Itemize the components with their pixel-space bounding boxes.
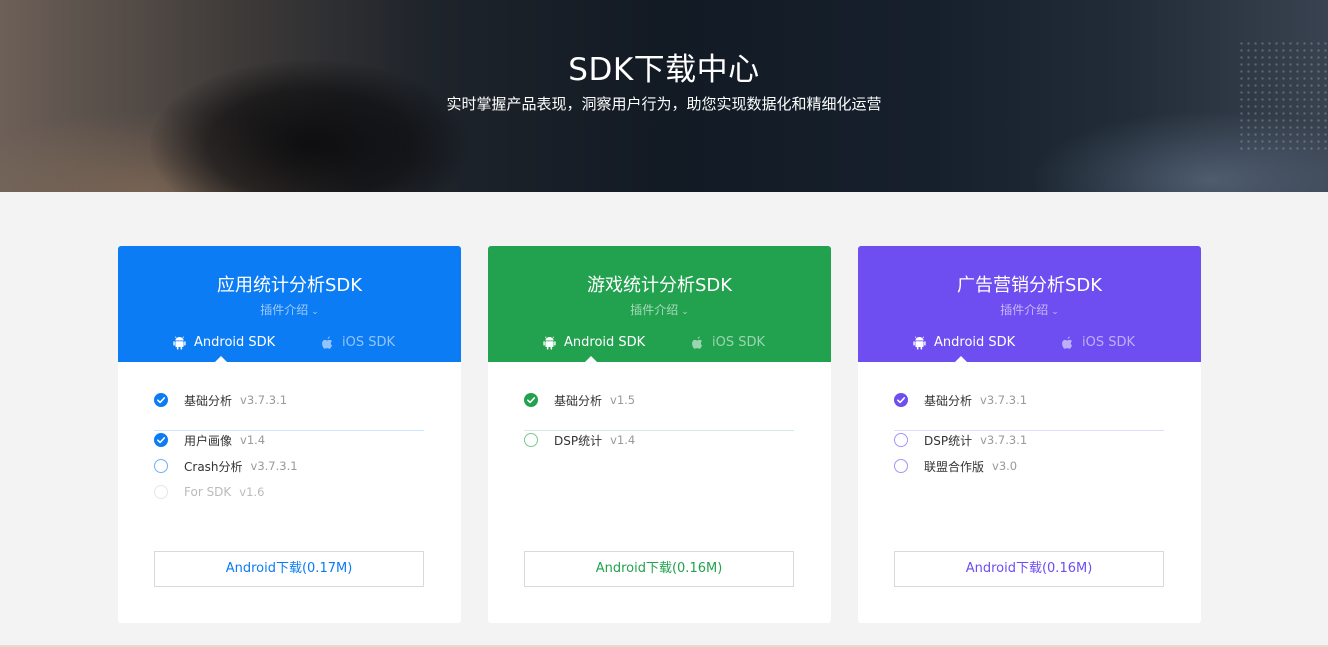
- checked-icon: [154, 433, 168, 447]
- checked-icon: [154, 393, 168, 407]
- android-icon: [173, 335, 186, 350]
- tab-label: iOS SDK: [1082, 335, 1136, 350]
- plugin-intro-label: 插件介绍: [1000, 303, 1049, 317]
- card-title: 游戏统计分析SDK: [586, 275, 733, 296]
- sdk-module-option[interactable]: 基础分析 v3.7.3.1: [154, 390, 287, 410]
- card-title: 广告营销分析SDK: [956, 275, 1103, 296]
- android-download-button[interactable]: Android下载(0.17M): [154, 551, 424, 587]
- sdk-module-option[interactable]: 联盟合作版 v3.0: [894, 456, 1017, 476]
- active-tab-indicator: [585, 356, 597, 362]
- sdk-module-option[interactable]: Crash分析 v3.7.3.1: [154, 456, 298, 476]
- sdk-module-option[interactable]: 用户画像 v1.4: [154, 430, 265, 450]
- apple-icon: [322, 335, 333, 349]
- unchecked-icon: [894, 433, 908, 447]
- module-name: DSP统计: [554, 433, 603, 448]
- sdk-card: 游戏统计分析SDK 插件介绍 ⌄ Android SDK iOS SDK 基础分析 v1.5…: [488, 246, 831, 623]
- android-download-button[interactable]: Android下载(0.16M): [524, 551, 794, 587]
- unchecked-icon: [894, 459, 908, 473]
- android-download-button[interactable]: Android下载(0.16M): [894, 551, 1164, 587]
- page-subtitle: 实时掌握产品表现，洞察用户行为，助您实现数据化和精细化运营: [446, 95, 882, 113]
- unchecked-icon: [154, 485, 168, 499]
- apple-icon: [1062, 335, 1073, 349]
- module-version: v3.7.3.1: [980, 393, 1028, 407]
- module-version: v3.7.3.1: [980, 433, 1028, 447]
- module-name: 联盟合作版: [924, 459, 985, 474]
- module-name: Crash分析: [184, 459, 243, 474]
- unchecked-icon: [154, 459, 168, 473]
- module-version: v1.5: [610, 393, 636, 407]
- tab-label: iOS SDK: [342, 335, 396, 350]
- module-version: v3.0: [992, 459, 1018, 473]
- platform-tabs: Android SDK iOS SDK: [118, 335, 461, 355]
- plugin-intro-link[interactable]: 插件介绍 ⌄: [118, 301, 461, 318]
- sdk-module-option[interactable]: 基础分析 v3.7.3.1: [894, 390, 1027, 410]
- plugin-intro-label: 插件介绍: [260, 303, 309, 317]
- apple-icon: [692, 335, 703, 349]
- active-tab-indicator: [955, 356, 967, 362]
- module-name: 基础分析: [924, 393, 973, 408]
- module-version: v3.7.3.1: [240, 393, 288, 407]
- module-version: v1.6: [239, 485, 265, 499]
- page-title: SDK下载中心: [568, 52, 760, 88]
- module-name: 基础分析: [184, 393, 233, 408]
- tab-ios-sdk[interactable]: iOS SDK: [691, 335, 765, 350]
- chevron-down-icon: ⌄: [1051, 307, 1059, 317]
- plugin-intro-label: 插件介绍: [630, 303, 679, 317]
- checked-icon: [894, 393, 908, 407]
- module-name: 基础分析: [554, 393, 603, 408]
- unchecked-icon: [524, 433, 538, 447]
- sdk-module-option[interactable]: DSP统计 v3.7.3.1: [894, 430, 1027, 450]
- platform-tabs: Android SDK iOS SDK: [858, 335, 1201, 355]
- plugin-intro-link[interactable]: 插件介绍 ⌄: [858, 301, 1201, 318]
- platform-tabs: Android SDK iOS SDK: [488, 335, 831, 355]
- tab-label: Android SDK: [194, 335, 276, 350]
- sdk-module-option[interactable]: 基础分析 v1.5: [524, 390, 635, 410]
- card-header: 应用统计分析SDK 插件介绍 ⌄ Android SDK iOS SDK: [118, 246, 461, 362]
- hero-banner: SDK下载中心 实时掌握产品表现，洞察用户行为，助您实现数据化和精细化运营: [0, 0, 1328, 192]
- module-name: 用户画像: [184, 433, 233, 448]
- active-tab-indicator: [215, 356, 227, 362]
- chevron-down-icon: ⌄: [681, 307, 689, 317]
- module-name: DSP统计: [924, 433, 973, 448]
- divider: [894, 430, 1164, 431]
- tab-label: iOS SDK: [712, 335, 766, 350]
- tab-ios-sdk[interactable]: iOS SDK: [321, 335, 395, 350]
- tab-android-sdk[interactable]: Android SDK: [913, 335, 1015, 350]
- tab-label: Android SDK: [934, 335, 1016, 350]
- card-header: 游戏统计分析SDK 插件介绍 ⌄ Android SDK iOS SDK: [488, 246, 831, 362]
- android-icon: [913, 335, 926, 350]
- android-icon: [543, 335, 556, 350]
- module-name: For SDK: [184, 485, 232, 499]
- module-version: v3.7.3.1: [250, 459, 298, 473]
- chevron-down-icon: ⌄: [311, 307, 319, 317]
- card-title: 应用统计分析SDK: [216, 275, 363, 296]
- tab-android-sdk[interactable]: Android SDK: [543, 335, 645, 350]
- plugin-intro-link[interactable]: 插件介绍 ⌄: [488, 301, 831, 318]
- sdk-module-option: For SDK v1.6: [154, 482, 264, 502]
- checked-icon: [524, 393, 538, 407]
- tab-ios-sdk[interactable]: iOS SDK: [1061, 335, 1135, 350]
- sdk-card: 广告营销分析SDK 插件介绍 ⌄ Android SDK iOS SDK 基础分析 v3.7…: [858, 246, 1201, 623]
- tab-android-sdk[interactable]: Android SDK: [173, 335, 275, 350]
- sdk-module-option[interactable]: DSP统计 v1.4: [524, 430, 635, 450]
- module-version: v1.4: [240, 433, 266, 447]
- divider: [524, 430, 794, 431]
- tab-label: Android SDK: [564, 335, 646, 350]
- divider: [154, 430, 424, 431]
- sdk-card: 应用统计分析SDK 插件介绍 ⌄ Android SDK iOS SDK 基础分析 v3.7…: [118, 246, 461, 623]
- card-header: 广告营销分析SDK 插件介绍 ⌄ Android SDK iOS SDK: [858, 246, 1201, 362]
- module-version: v1.4: [610, 433, 636, 447]
